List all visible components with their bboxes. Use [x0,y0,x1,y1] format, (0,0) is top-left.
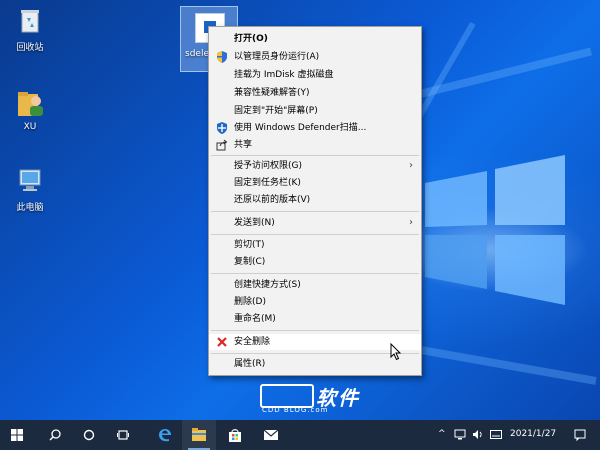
menu-item-label: 还原以前的版本(V) [234,195,311,205]
menu-item-label: 发送到(N) [234,218,275,228]
menu-item-label: 属性(R) [234,359,266,369]
menu-item-share[interactable]: 共享 [209,137,421,153]
menu-item-label: 创建快捷方式(S) [234,280,301,290]
taskbar-edge-button[interactable] [148,420,182,450]
keyboard-icon[interactable] [490,430,502,439]
menu-item-cut[interactable]: 剪切(T) [209,237,421,253]
start-button[interactable] [0,420,34,450]
tray-overflow-chevron-icon[interactable]: ^ [438,429,446,439]
menu-item-create-shortcut[interactable]: 创建快捷方式(S) [209,277,421,293]
file-explorer-icon [192,428,206,441]
user-folder-icon [15,88,45,118]
menu-item-pin-start[interactable]: 固定到"开始"屏幕(P) [209,103,421,119]
menu-item-copy[interactable]: 复制(C) [209,254,421,270]
submenu-arrow-icon: › [409,160,413,171]
menu-item-pin-taskbar[interactable]: 固定到任务栏(K) [209,175,421,191]
defender-icon [217,122,227,134]
watermark-logo: 软件 CDD BLOG.com [260,380,378,414]
desktop-icon-label: 回收站 [16,43,44,53]
file-name-label: sdele [185,49,209,59]
volume-icon[interactable] [472,429,484,440]
menu-item-label: 固定到任务栏(K) [234,178,301,188]
windows-logo-wallpaper [425,155,565,305]
desktop-icon-label: XU [23,122,37,132]
menu-item-restore-versions[interactable]: 还原以前的版本(V) [209,192,421,208]
menu-item-send-to[interactable]: 发送到(N) › [209,215,421,231]
menu-item-label: 固定到"开始"屏幕(P) [234,106,318,116]
this-pc-icon [15,166,45,196]
menu-item-defender-scan[interactable]: 使用 Windows Defender扫描... [209,120,421,136]
task-view-icon [117,430,129,440]
desktop-icon-label: 此电脑 [16,203,44,213]
menu-item-label: 挂载为 ImDisk 虚拟磁盘 [234,70,334,80]
menu-item-label: 打开(O) [234,34,268,44]
taskbar-search-button[interactable] [38,420,72,450]
menu-item-label: 兼容性疑难解答(Y) [234,88,310,98]
menu-item-label: 删除(D) [234,297,266,307]
menu-item-run-as-admin[interactable]: 以管理员身份运行(A) [209,49,421,65]
menu-item-rename[interactable]: 重命名(M) [209,311,421,327]
notification-icon[interactable] [574,429,586,441]
red-x-icon [217,337,227,347]
watermark-box-icon [260,384,314,408]
share-icon [216,139,228,151]
menu-item-label: 以管理员身份运行(A) [234,52,320,62]
network-icon[interactable] [454,429,466,440]
search-icon [49,429,61,441]
edge-icon [159,429,171,442]
menu-separator [211,155,419,156]
menu-item-give-access[interactable]: 授予访问权限(G) › [209,158,421,174]
store-icon [229,429,241,442]
taskbar-file-explorer-button[interactable] [182,420,216,450]
menu-separator [211,211,419,212]
menu-item-label: 剪切(T) [234,240,265,250]
menu-separator [211,330,419,331]
submenu-arrow-icon: › [409,217,413,228]
menu-separator [211,234,419,235]
recycle-bin-icon [15,6,45,36]
taskbar: ^ 2021/1/27 [0,420,600,450]
menu-item-label: 重命名(M) [234,314,276,324]
watermark-subtext: CDD BLOG.com [262,406,329,414]
mail-icon [264,430,278,440]
menu-item-label: 安全删除 [234,337,271,347]
taskbar-mail-button[interactable] [254,420,288,450]
desktop-icon-user-folder[interactable]: XU [2,88,58,132]
menu-item-delete[interactable]: 删除(D) [209,294,421,310]
clock-date[interactable]: 2021/1/27 [510,429,556,439]
menu-item-label: 使用 Windows Defender扫描... [234,123,367,133]
menu-separator [211,353,419,354]
menu-item-label: 复制(C) [234,257,266,267]
cortana-icon [83,429,95,441]
menu-separator [211,273,419,274]
uac-shield-icon [217,51,227,63]
menu-item-label: 授予访问权限(G) [234,161,302,171]
desktop-icon-this-pc[interactable]: 此电脑 [2,166,58,213]
menu-item-open[interactable]: 打开(O) [209,31,421,47]
start-icon [11,429,23,441]
menu-item-mount-imdisk[interactable]: 挂载为 ImDisk 虚拟磁盘 [209,67,421,83]
context-menu: 打开(O) 以管理员身份运行(A) 挂载为 ImDisk 虚拟磁盘 兼容性疑难解… [208,26,422,376]
menu-item-label: 共享 [234,140,253,150]
menu-item-compatibility[interactable]: 兼容性疑难解答(Y) [209,85,421,101]
desktop-icon-recycle-bin[interactable]: 回收站 [2,6,58,53]
taskbar-store-button[interactable] [218,420,252,450]
mouse-cursor-icon [390,343,402,361]
taskbar-cortana-button[interactable] [72,420,106,450]
taskbar-task-view-button[interactable] [106,420,140,450]
